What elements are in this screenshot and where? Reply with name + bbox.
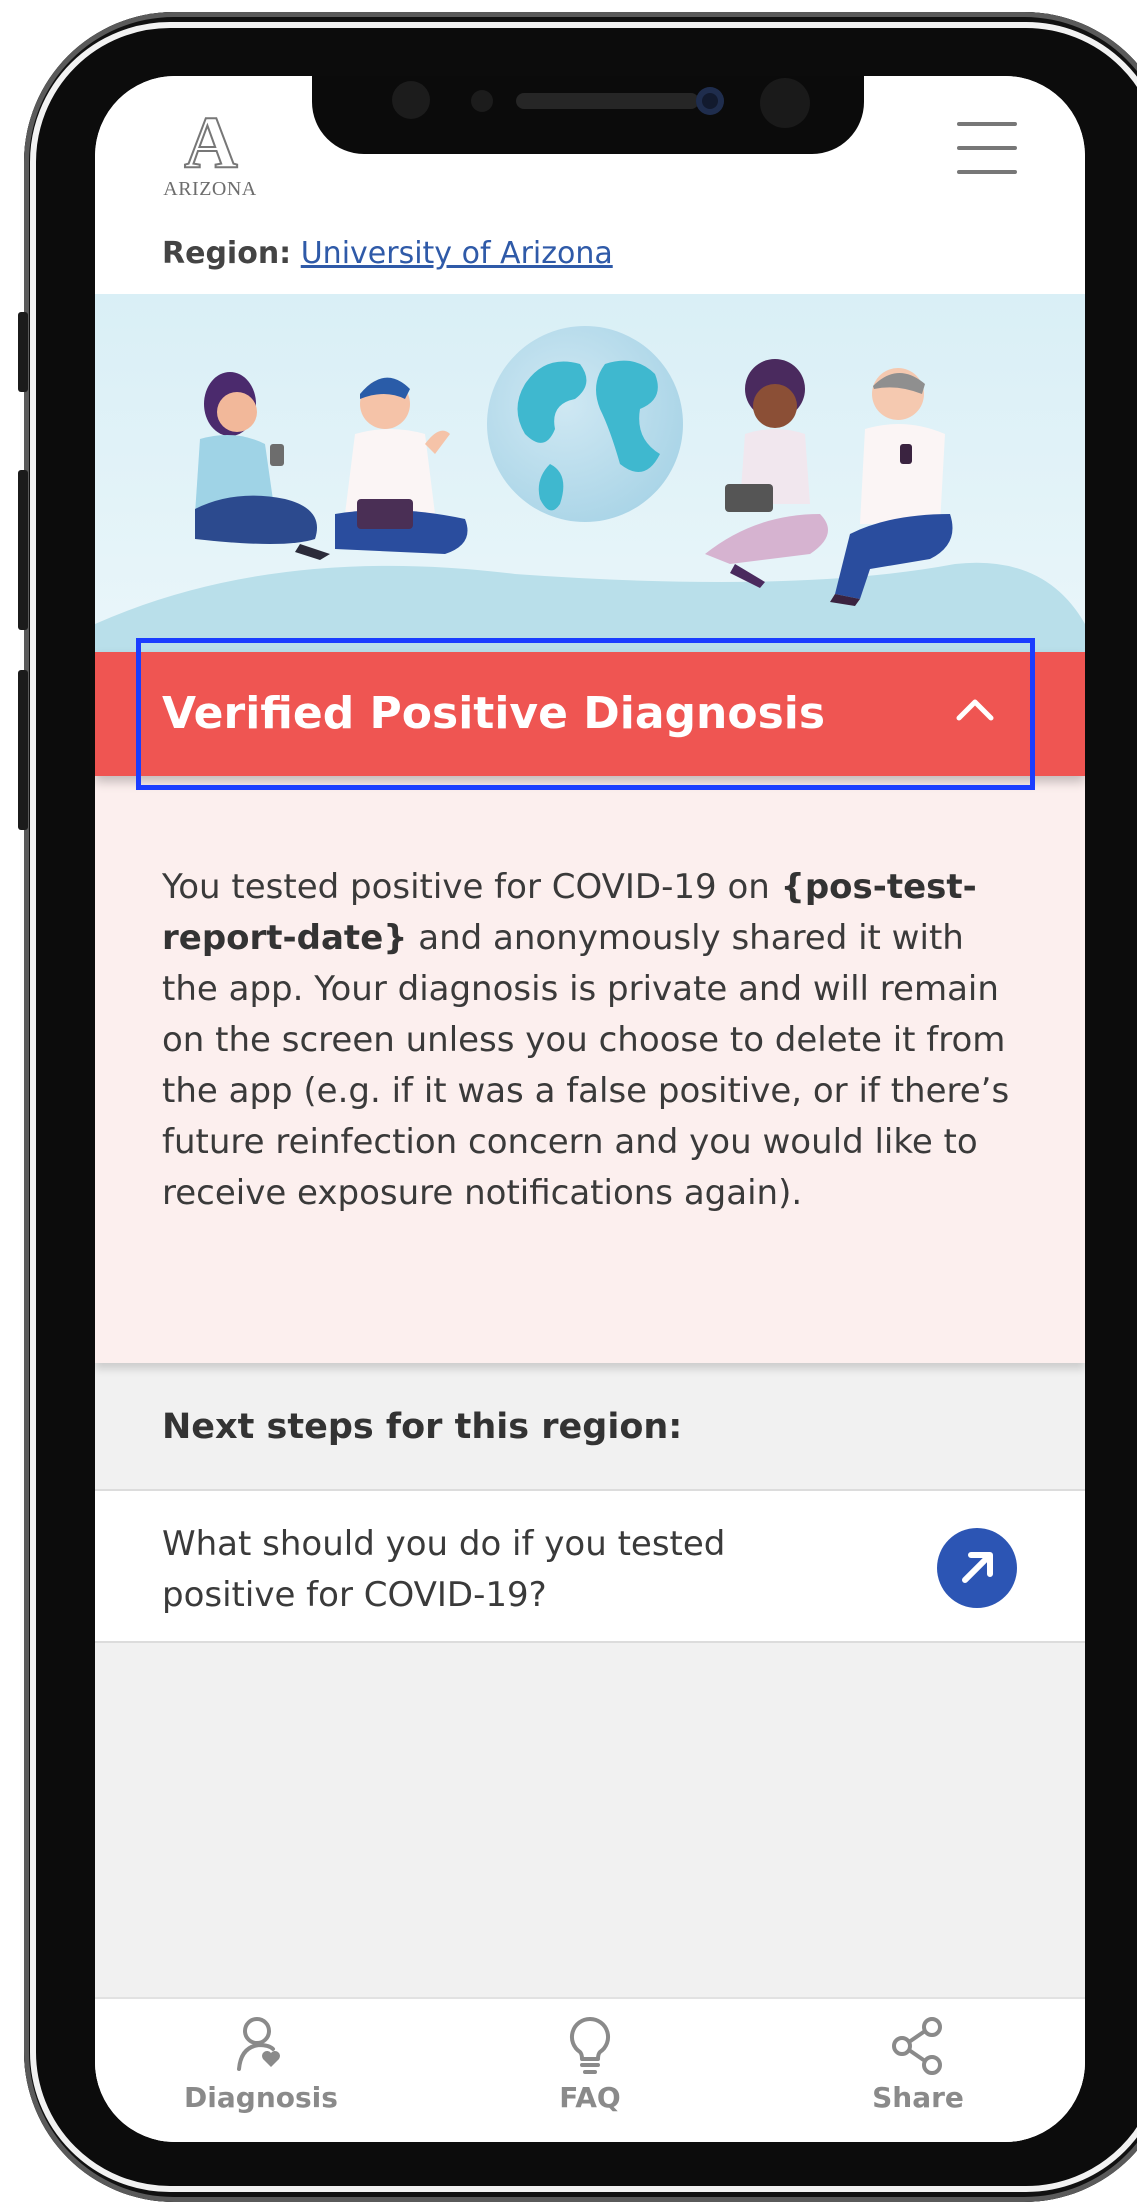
next-steps-header: Next steps for this region: bbox=[162, 1407, 683, 1447]
region-link[interactable]: University of Arizona bbox=[301, 236, 613, 271]
phone-side-button bbox=[18, 470, 28, 630]
arizona-a-icon: A bbox=[183, 102, 238, 184]
nav-item-faq[interactable]: FAQ bbox=[490, 2015, 690, 2114]
bottom-nav: Diagnosis FAQ Share bbox=[95, 1997, 1085, 2142]
diagnosis-text-start: You tested positive for COVID-19 on bbox=[162, 867, 781, 907]
diagnosis-description: You tested positive for COVID-19 on {pos… bbox=[162, 862, 1022, 1219]
app-screen: A ARIZONA Region: University of Arizona bbox=[95, 76, 1085, 2142]
next-step-item[interactable]: What should you do if you tested positiv… bbox=[95, 1489, 1085, 1643]
phone-side-button bbox=[18, 312, 28, 392]
share-icon bbox=[892, 2017, 942, 2075]
nav-item-diagnosis[interactable]: Diagnosis bbox=[161, 2015, 361, 2114]
nav-label-faq: FAQ bbox=[559, 2081, 621, 2114]
phone-notch bbox=[312, 76, 864, 154]
lightbulb-icon bbox=[569, 2016, 611, 2074]
highlight-annotation bbox=[136, 638, 1035, 790]
arizona-logo: A ARIZONA bbox=[160, 102, 260, 206]
person-heart-icon bbox=[237, 2017, 280, 2071]
nav-label-diagnosis: Diagnosis bbox=[184, 2081, 338, 2114]
menu-icon[interactable] bbox=[957, 122, 1017, 178]
diagnosis-text-end: and anonymously shared it with the app. … bbox=[162, 918, 1010, 1213]
community-illustration bbox=[95, 294, 1085, 654]
phone-side-button bbox=[18, 670, 28, 830]
nav-item-share[interactable]: Share bbox=[818, 2015, 1018, 2114]
region-line: Region: University of Arizona bbox=[162, 236, 613, 271]
next-step-label: What should you do if you tested positiv… bbox=[162, 1524, 726, 1615]
external-link-button[interactable] bbox=[937, 1528, 1017, 1608]
region-label: Region: bbox=[162, 236, 292, 271]
arrow-up-right-icon bbox=[962, 1552, 993, 1583]
nav-label-share: Share bbox=[872, 2081, 964, 2114]
logo-text: ARIZONA bbox=[163, 178, 257, 200]
diagnosis-panel: You tested positive for COVID-19 on {pos… bbox=[95, 776, 1085, 1363]
